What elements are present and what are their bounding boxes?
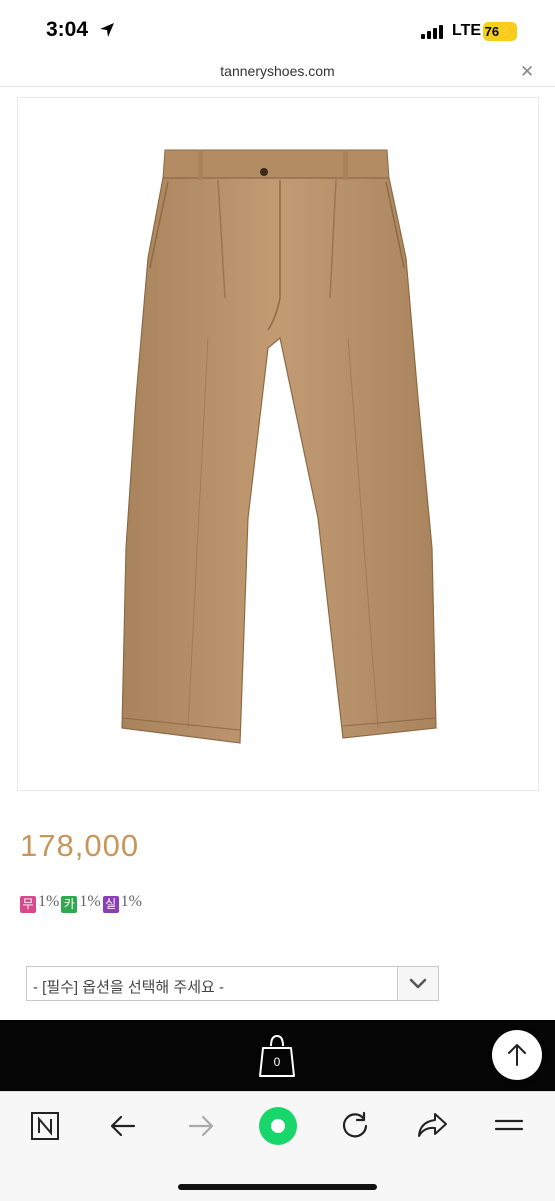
url-text[interactable]: tanneryshoes.com [0, 63, 555, 79]
point-badge-sil: 실 [102, 896, 119, 913]
trousers-illustration [121, 149, 437, 744]
forward-icon[interactable] [186, 1112, 216, 1140]
product-image[interactable] [17, 97, 539, 791]
point-badge-ka: 카 [61, 896, 78, 913]
status-bar: 3:04 LTE 76⚡ [0, 0, 555, 60]
point-percent: 1% [79, 893, 101, 910]
points-row: 무 1% 카 1% 실 1% [20, 893, 144, 913]
chevron-down-icon [409, 978, 427, 989]
naver-icon[interactable] [31, 1112, 59, 1140]
cart-button[interactable]: 0 [257, 1032, 297, 1078]
arrow-up-icon [508, 1044, 526, 1066]
network-type: LTE [452, 22, 482, 39]
battery-level: 76 [484, 24, 500, 39]
battery-indicator: 76⚡ [483, 22, 517, 41]
scroll-top-button[interactable] [492, 1030, 542, 1080]
point-badge-mu: 무 [20, 896, 36, 913]
share-icon[interactable] [416, 1111, 448, 1139]
status-time: 3:04 [46, 18, 89, 41]
back-icon[interactable] [108, 1112, 138, 1140]
signal-icon [421, 25, 443, 39]
close-icon[interactable]: ✕ [520, 62, 534, 82]
home-indicator [178, 1184, 377, 1190]
url-bar[interactable]: tanneryshoes.com ✕ [0, 60, 555, 87]
option-placeholder: - [필수] 옵션을 선택해 주세요 - [33, 979, 224, 996]
point-percent: 1% [120, 893, 142, 910]
point-percent: 1% [38, 893, 60, 910]
product-price: 178,000 [20, 828, 140, 863]
green-home-icon[interactable] [258, 1106, 298, 1146]
cart-count: 0 [273, 1055, 281, 1069]
location-arrow-icon [100, 23, 114, 37]
option-select[interactable]: - [필수] 옵션을 선택해 주세요 - [26, 966, 439, 1001]
dropdown-button[interactable] [397, 967, 438, 1000]
refresh-icon[interactable] [340, 1110, 370, 1140]
menu-icon[interactable] [494, 1114, 524, 1136]
